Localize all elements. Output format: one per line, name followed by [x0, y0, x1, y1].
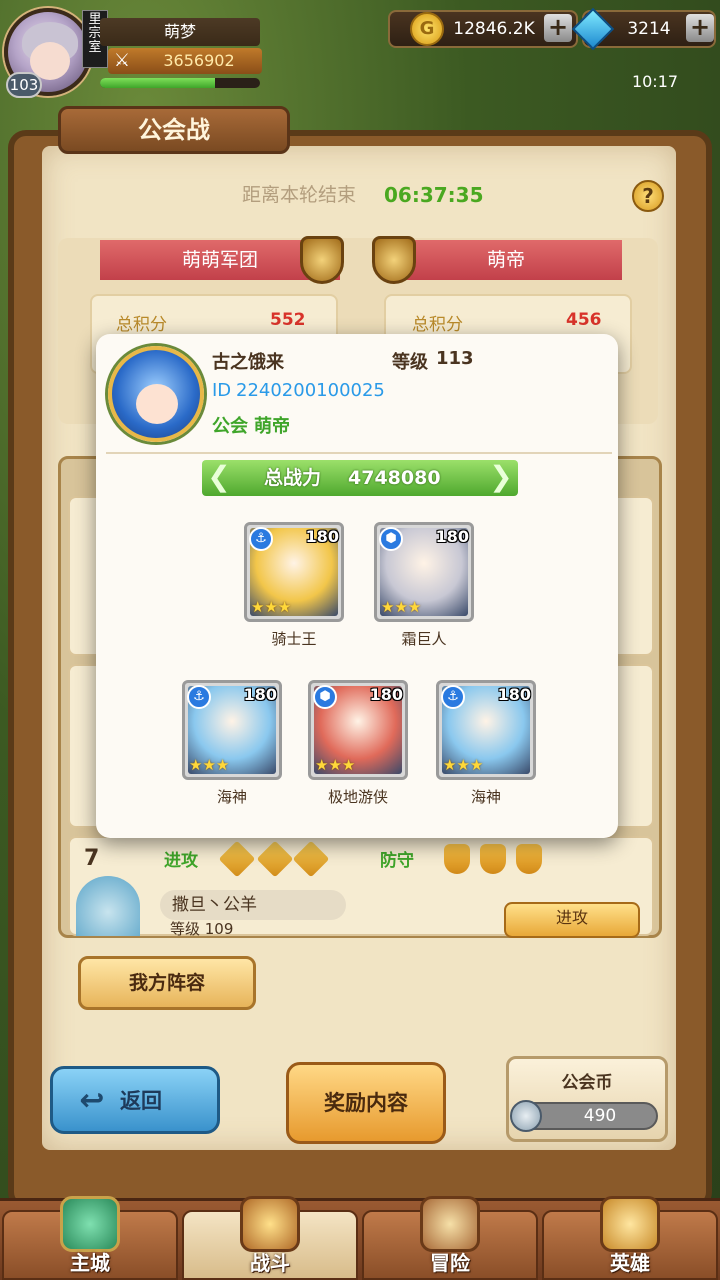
hero-level: 180 — [369, 685, 403, 704]
popup-id-label: ID — [212, 380, 232, 401]
hero-stars: ★★★ — [251, 598, 292, 616]
left-score-label: 总积分 — [116, 315, 167, 335]
left-guild-emblem-icon — [300, 236, 344, 284]
tab-battle-label: 战斗 — [250, 1251, 290, 1275]
player-name: 萌梦 — [100, 18, 260, 46]
page-title: 公会战 — [58, 106, 290, 154]
total-power-value: 4748080 — [348, 467, 441, 489]
popup-guild-value: 萌帝 — [254, 416, 290, 437]
our-lineup-button[interactable]: 我方阵容 — [78, 956, 256, 1010]
avatar-face — [136, 384, 178, 424]
hero-stars: ★★★ — [189, 756, 230, 774]
guild-coin-label: 公会币 — [561, 1073, 613, 1093]
chevron-left-icon: ❮ — [207, 460, 231, 493]
popup-divider — [106, 452, 612, 454]
shield-icon — [516, 844, 542, 874]
right-score-label: 总积分 — [412, 315, 463, 335]
map-scroll-icon — [420, 1196, 480, 1252]
hero-level: 180 — [435, 527, 469, 546]
countdown-timer: 06:37:35 — [384, 183, 484, 207]
hero-card[interactable]: ⚓ 180 ★★★ — [182, 680, 282, 780]
hero-name: 极地游侠 — [327, 788, 388, 806]
hero-card[interactable]: ⬢ 180 ★★★ — [374, 522, 474, 622]
crossed-swords-icon — [240, 1196, 300, 1252]
back-arrow-icon: ↩ — [79, 1083, 105, 1118]
hero-stars: ★★★ — [381, 598, 422, 616]
anchor-icon: ⚓ — [249, 527, 273, 551]
player-level-badge: 103 — [6, 72, 42, 98]
attack-button[interactable]: 进攻 — [504, 902, 640, 938]
guild-coin-value: 490 — [583, 1106, 617, 1126]
attack-label: 进攻 — [164, 851, 198, 871]
hero-helmet-icon — [600, 1196, 660, 1252]
opponent-level: 等级 109 — [170, 920, 234, 936]
right-score-value: 456 — [566, 310, 602, 330]
gold-value: 12846.2K — [453, 19, 535, 39]
add-gold-button[interactable]: + — [544, 14, 572, 42]
shield-icon — [444, 844, 470, 874]
opponent-avatar[interactable] — [76, 876, 140, 936]
hexagon-icon: ⬢ — [379, 527, 403, 551]
shield-icon — [480, 844, 506, 874]
hero-stars: ★★★ — [315, 756, 356, 774]
hero-level: 180 — [243, 685, 277, 704]
exp-bar-fill — [100, 78, 216, 88]
defense-label: 防守 — [380, 851, 414, 871]
chevron-right-icon: ❯ — [489, 460, 513, 493]
right-guild-emblem-icon — [372, 236, 416, 284]
rank-number: 7 — [84, 846, 100, 871]
popup-guild-label: 公会 — [212, 416, 248, 437]
countdown-label: 距离本轮结束 — [242, 184, 357, 206]
tab-adventure-label: 冒险 — [430, 1251, 470, 1275]
popup-id-value: 2240200100025 — [236, 380, 385, 401]
left-score-value: 552 — [270, 310, 306, 330]
tab-heroes-label: 英雄 — [610, 1251, 650, 1275]
rewards-button[interactable]: 奖励内容 — [286, 1062, 446, 1144]
exp-bar — [100, 78, 260, 88]
anchor-icon: ⚓ — [441, 685, 465, 709]
gem-value: 3214 — [627, 19, 671, 39]
hero-card[interactable]: ⚓ 180 ★★★ — [436, 680, 536, 780]
clock: 10:17 — [631, 72, 679, 91]
hero-level: 180 — [305, 527, 339, 546]
popup-player-avatar — [108, 346, 204, 442]
popup-level-value: 113 — [436, 348, 474, 369]
back-button-label: 返回 — [120, 1089, 162, 1113]
hexagon-icon: ⬢ — [313, 685, 337, 709]
hero-card[interactable]: ⚓ 180 ★★★ — [244, 522, 344, 622]
opponent-name: 撒旦丶公羊 — [160, 890, 346, 920]
hero-name: 霜巨人 — [401, 630, 447, 648]
anchor-icon: ⚓ — [187, 685, 211, 709]
hero-name: 海神 — [470, 788, 501, 806]
total-power-label: 总战力 — [264, 467, 322, 489]
crossed-swords-icon: ⚔ — [113, 50, 131, 71]
popup-level-label: 等级 — [392, 352, 428, 373]
hero-card[interactable]: ⬢ 180 ★★★ — [308, 680, 408, 780]
guild-coin-icon — [510, 1100, 542, 1132]
hero-level: 180 — [497, 685, 531, 704]
gold-coin-icon: G — [410, 12, 444, 46]
add-gems-button[interactable]: + — [686, 14, 714, 42]
tab-main-city-label: 主城 — [70, 1251, 110, 1275]
right-guild-banner: 萌帝 — [390, 240, 622, 280]
hero-name: 海神 — [216, 788, 247, 806]
help-button[interactable]: ? — [632, 180, 664, 212]
main-city-icon — [60, 1196, 120, 1252]
hero-stars: ★★★ — [443, 756, 484, 774]
hero-name: 骑士王 — [271, 630, 317, 648]
popup-player-name: 古之饿来 — [212, 352, 284, 373]
player-power-value: 3656902 — [163, 51, 235, 70]
